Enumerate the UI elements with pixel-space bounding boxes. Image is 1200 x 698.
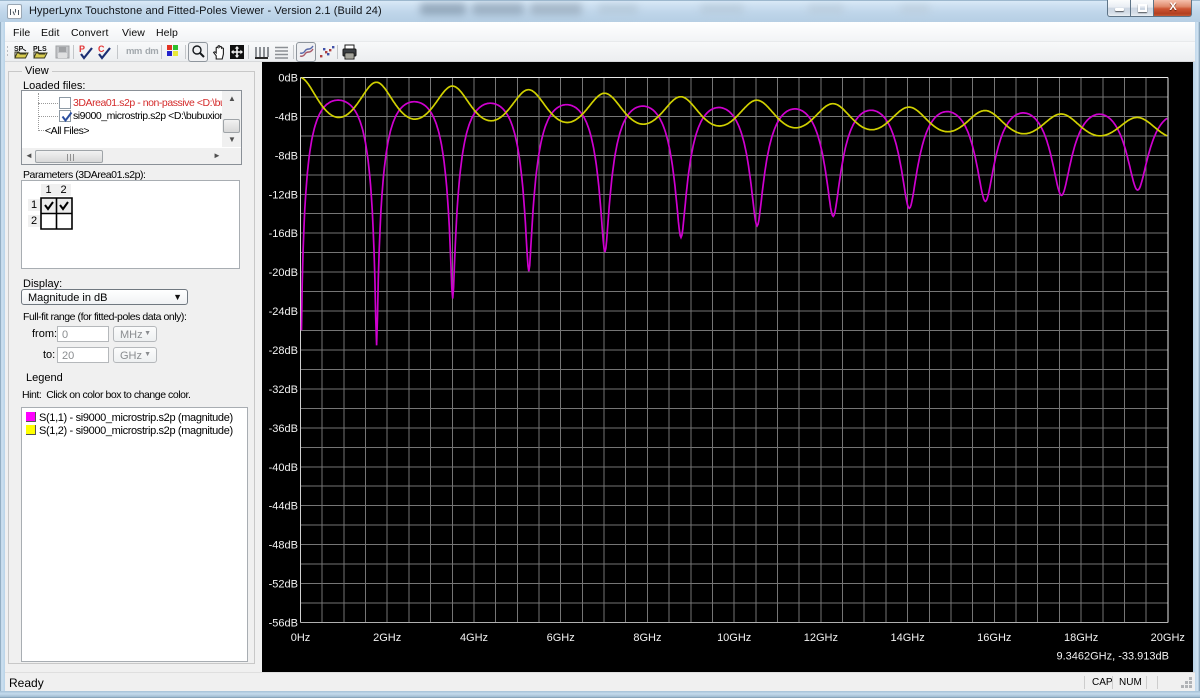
svg-text:-32dB: -32dB (269, 384, 298, 396)
svg-text:6GHz: 6GHz (547, 632, 575, 644)
svg-text:-16dB: -16dB (269, 228, 298, 240)
svg-text:-24dB: -24dB (269, 306, 298, 318)
svg-text:-48dB: -48dB (269, 540, 298, 552)
svg-text:-12dB: -12dB (269, 189, 298, 201)
svg-text:-8dB: -8dB (275, 150, 298, 162)
svg-text:-40dB: -40dB (269, 462, 298, 474)
svg-text:-28dB: -28dB (269, 345, 298, 357)
svg-text:0Hz: 0Hz (291, 632, 311, 644)
svg-text:C: C (98, 44, 105, 54)
svg-text:2GHz: 2GHz (373, 632, 401, 644)
svg-text:4GHz: 4GHz (460, 632, 488, 644)
svg-text:-4dB: -4dB (275, 111, 298, 123)
svg-text:-20dB: -20dB (269, 267, 298, 279)
svg-text:18GHz: 18GHz (1064, 632, 1098, 644)
svg-text:14GHz: 14GHz (890, 632, 924, 644)
svg-text:20GHz: 20GHz (1151, 632, 1185, 644)
svg-text:-36dB: -36dB (269, 423, 298, 435)
svg-text:-44dB: -44dB (269, 501, 298, 513)
svg-text:10GHz: 10GHz (717, 632, 751, 644)
svg-text:16GHz: 16GHz (977, 632, 1011, 644)
svg-text:12GHz: 12GHz (804, 632, 838, 644)
svg-text:-56dB: -56dB (269, 618, 298, 630)
svg-text:-52dB: -52dB (269, 579, 298, 591)
svg-text:9.3462GHz, -33.913dB: 9.3462GHz, -33.913dB (1056, 651, 1169, 663)
svg-text:P: P (79, 44, 85, 54)
svg-text:8GHz: 8GHz (633, 632, 661, 644)
svg-text:0dB: 0dB (278, 73, 298, 85)
